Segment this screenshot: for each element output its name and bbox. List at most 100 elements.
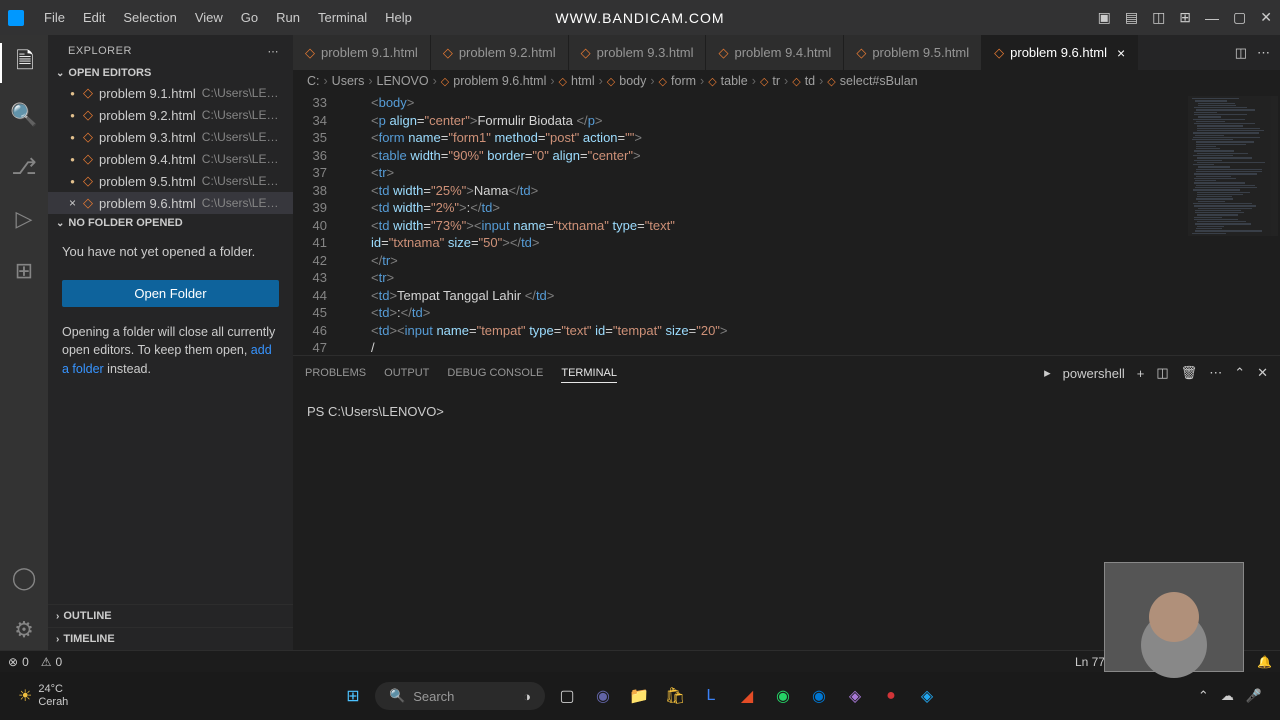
editor-tab[interactable]: ◇problem 9.5.html <box>844 35 982 70</box>
layout-custom-icon[interactable]: ⊞ <box>1179 9 1191 26</box>
editor-tab[interactable]: ◇problem 9.2.html <box>431 35 569 70</box>
open-editor-item[interactable]: ●◇problem 9.1.html C:\Users\LENO... <box>48 82 293 104</box>
close-window-button[interactable]: ✕ <box>1260 9 1272 26</box>
menu-edit[interactable]: Edit <box>75 6 113 29</box>
breadcrumb-item[interactable]: html <box>571 74 595 88</box>
modified-dot-icon: ● <box>68 177 77 186</box>
start-button[interactable]: ⊞ <box>339 682 367 710</box>
open-editor-item[interactable]: ●◇problem 9.4.html C:\Users\LENO... <box>48 148 293 170</box>
editor-tab[interactable]: ◇problem 9.6.html× <box>982 35 1138 70</box>
notifications-icon[interactable]: 🔔 <box>1257 655 1272 669</box>
file-explorer-icon[interactable]: 📁 <box>625 682 653 710</box>
split-terminal-icon[interactable]: ◫ <box>1156 362 1168 384</box>
breadcrumb-item[interactable]: problem 9.6.html <box>453 74 546 88</box>
breadcrumb-item[interactable]: form <box>671 74 696 88</box>
vscode-taskbar-icon[interactable]: ◈ <box>913 682 941 710</box>
panel-toggle-icon[interactable]: ▤ <box>1125 9 1138 26</box>
search-icon: 🔍 <box>389 688 405 704</box>
maximize-button[interactable]: ▢ <box>1233 9 1246 26</box>
teams-icon[interactable]: ◉ <box>589 682 617 710</box>
menu-run[interactable]: Run <box>268 6 308 29</box>
outline-header[interactable]: › OUTLINE <box>48 604 293 627</box>
task-view-icon[interactable]: ▢ <box>553 682 581 710</box>
accounts-icon[interactable]: ◯ <box>0 558 48 598</box>
new-terminal-icon[interactable]: + <box>1137 363 1145 384</box>
menu-view[interactable]: View <box>187 6 231 29</box>
kill-terminal-icon[interactable]: 🗑 <box>1181 362 1198 384</box>
breadcrumb-item[interactable]: tr <box>772 74 780 88</box>
terminal-content[interactable]: PS C:\Users\LENOVO> <box>293 390 1280 434</box>
windows-taskbar: ☀ 24°CCerah ⊞ 🔍 Search ◑ ▢ ◉ 📁 🛍 L ◢ ◉ ◉… <box>0 672 1280 720</box>
panel-tab-output[interactable]: OUTPUT <box>384 364 429 382</box>
record-icon[interactable]: ● <box>877 682 905 710</box>
layout-toggle-icon[interactable]: ▣ <box>1098 9 1111 26</box>
html-file-icon: ◇ <box>83 85 93 101</box>
breadcrumb-item[interactable]: table <box>721 74 748 88</box>
panel-more-icon[interactable]: ⋯ <box>1209 362 1222 384</box>
taskbar-search[interactable]: 🔍 Search ◑ <box>375 682 545 710</box>
tray-cloud-icon[interactable]: ☁ <box>1221 688 1234 704</box>
split-editor-icon[interactable]: ◫ <box>1235 45 1247 61</box>
visual-studio-icon[interactable]: ◈ <box>841 682 869 710</box>
editor-tab[interactable]: ◇problem 9.4.html <box>706 35 844 70</box>
sidebar: EXPLORER ⋯ ⌄ OPEN EDITORS ●◇problem 9.1.… <box>48 35 293 650</box>
app-icon[interactable]: L <box>697 682 725 710</box>
sidebar-more-icon[interactable]: ⋯ <box>268 45 280 58</box>
open-editors-header[interactable]: ⌄ OPEN EDITORS <box>48 64 293 82</box>
terminal-profile-icon[interactable]: ▸ <box>1044 362 1051 384</box>
menu-selection[interactable]: Selection <box>115 6 184 29</box>
close-panel-icon[interactable]: ✕ <box>1257 362 1268 384</box>
panel-tab-debug-console[interactable]: DEBUG CONSOLE <box>447 364 543 382</box>
run-debug-icon[interactable]: ▷ <box>0 199 48 239</box>
breadcrumb-item[interactable]: Users <box>332 74 365 88</box>
timeline-header[interactable]: › TIMELINE <box>48 627 293 650</box>
activity-bar: 🗎 🔍 ⎇ ▷ ⊞ ◯ ⚙ <box>0 35 48 650</box>
html-file-icon: ◇ <box>718 45 728 61</box>
panel-tab-problems[interactable]: PROBLEMS <box>305 364 366 382</box>
html-file-icon: ◇ <box>83 173 93 189</box>
errors-status[interactable]: ⊗ 0 <box>8 655 29 669</box>
minimap[interactable] <box>1188 96 1278 236</box>
close-tab-icon[interactable]: × <box>1117 45 1125 61</box>
sidebar-toggle-icon[interactable]: ◫ <box>1152 9 1165 26</box>
breadcrumb-item[interactable]: LENOVO <box>377 74 429 88</box>
extensions-icon[interactable]: ⊞ <box>0 251 48 291</box>
close-icon[interactable]: × <box>68 196 77 210</box>
source-control-icon[interactable]: ⎇ <box>0 147 48 187</box>
menu-file[interactable]: File <box>36 6 73 29</box>
store-icon[interactable]: 🛍 <box>661 682 689 710</box>
whatsapp-icon[interactable]: ◉ <box>769 682 797 710</box>
menu-go[interactable]: Go <box>233 6 266 29</box>
open-editor-item[interactable]: ×◇problem 9.6.html C:\Users\LENO... <box>48 192 293 214</box>
breadcrumb-item[interactable]: td <box>805 74 815 88</box>
warnings-status[interactable]: ⚠ 0 <box>41 655 62 669</box>
code-content[interactable]: <body><p align="center">Formulir Biodata… <box>343 92 1280 355</box>
open-editor-item[interactable]: ●◇problem 9.3.html C:\Users\LENO... <box>48 126 293 148</box>
more-actions-icon[interactable]: ⋯ <box>1257 45 1270 61</box>
editor-tab[interactable]: ◇problem 9.1.html <box>293 35 431 70</box>
menu-help[interactable]: Help <box>377 6 420 29</box>
app-icon-2[interactable]: ◢ <box>733 682 761 710</box>
menu-terminal[interactable]: Terminal <box>310 6 375 29</box>
minimize-button[interactable]: ― <box>1205 10 1219 26</box>
no-folder-header[interactable]: ⌄ NO FOLDER OPENED <box>48 214 293 232</box>
weather-widget[interactable]: ☀ 24°CCerah <box>18 683 68 709</box>
edge-icon[interactable]: ◉ <box>805 682 833 710</box>
tray-chevron-icon[interactable]: ⌃ <box>1198 688 1209 704</box>
breadcrumb-item[interactable]: body <box>619 74 646 88</box>
tray-mic-icon[interactable]: 🎤 <box>1246 688 1262 704</box>
settings-gear-icon[interactable]: ⚙ <box>0 610 48 650</box>
maximize-panel-icon[interactable]: ⌃ <box>1234 362 1245 384</box>
explorer-view-icon[interactable]: 🗎 <box>0 43 48 83</box>
open-folder-button[interactable]: Open Folder <box>62 280 279 307</box>
code-editor[interactable]: 33343536373839404142434445464748495051 <… <box>293 92 1280 355</box>
breadcrumb-item[interactable]: C: <box>307 74 320 88</box>
panel-tab-terminal[interactable]: TERMINAL <box>561 364 617 383</box>
terminal-shell-label[interactable]: powershell <box>1063 363 1125 384</box>
breadcrumb[interactable]: C:›Users›LENOVO›◇problem 9.6.html›◇html›… <box>293 70 1280 92</box>
open-editor-item[interactable]: ●◇problem 9.5.html C:\Users\LENO... <box>48 170 293 192</box>
open-editor-item[interactable]: ●◇problem 9.2.html C:\Users\LENO... <box>48 104 293 126</box>
editor-tab[interactable]: ◇problem 9.3.html <box>569 35 707 70</box>
breadcrumb-item[interactable]: select#sBulan <box>840 74 918 88</box>
search-view-icon[interactable]: 🔍 <box>0 95 48 135</box>
